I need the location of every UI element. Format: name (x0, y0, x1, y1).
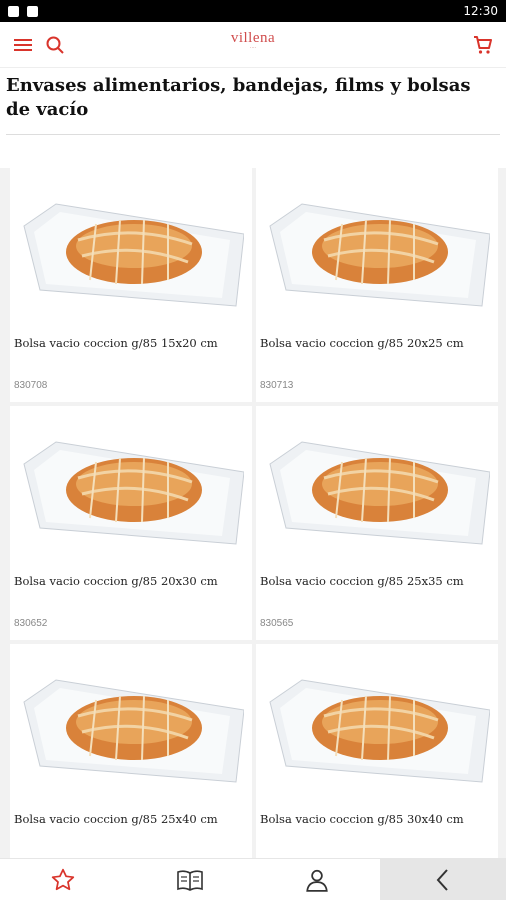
product-image (269, 203, 490, 307)
image-icon (8, 5, 19, 17)
sd-card-icon (27, 5, 38, 17)
product-name: Bolsa vacio coccion g/85 25x40 cm (14, 812, 218, 826)
menu-button[interactable] (10, 32, 36, 58)
product-name: Bolsa vacio coccion g/85 20x25 cm (260, 336, 464, 350)
product-code: 830565 (260, 618, 294, 629)
product-image (23, 441, 244, 545)
page-title: Envases alimentarios, bandejas, films y … (6, 74, 500, 135)
product-name: Bolsa vacio coccion g/85 20x30 cm (14, 574, 218, 588)
product-image (269, 679, 490, 783)
product-name: Bolsa vacio coccion g/85 30x40 cm (260, 812, 464, 826)
user-icon (305, 869, 328, 892)
brand-logo[interactable]: villena ···· (231, 30, 275, 51)
status-bar: 12:30 (0, 0, 506, 22)
back-chevron-icon (436, 868, 448, 891)
product-grid: Bolsa vacio coccion g/85 15x20 cm 830708… (10, 168, 498, 858)
hamburger-icon (14, 38, 32, 51)
product-card[interactable]: Bolsa vacio coccion g/85 25x40 cm (10, 644, 252, 858)
product-image (269, 441, 490, 545)
search-icon (46, 36, 64, 54)
status-time: 12:30 (463, 4, 498, 18)
search-button[interactable] (42, 32, 68, 58)
product-card[interactable]: Bolsa vacio coccion g/85 25x35 cm 830565 (256, 406, 498, 640)
product-card[interactable]: Bolsa vacio coccion g/85 15x20 cm 830708 (10, 168, 252, 402)
star-icon (52, 868, 75, 890)
product-card[interactable]: Bolsa vacio coccion g/85 20x30 cm 830652 (10, 406, 252, 640)
catalog-tab[interactable] (127, 859, 254, 900)
product-name: Bolsa vacio coccion g/85 25x35 cm (260, 574, 464, 588)
catalog-book-icon (177, 869, 203, 891)
product-code: 830708 (14, 380, 48, 391)
app-bar: villena ···· (0, 22, 506, 68)
cart-button[interactable] (470, 32, 496, 58)
product-image (23, 679, 244, 783)
product-name: Bolsa vacio coccion g/85 15x20 cm (14, 336, 218, 350)
bottom-nav (0, 858, 506, 900)
product-card[interactable]: Bolsa vacio coccion g/85 20x25 cm 830713 (256, 168, 498, 402)
back-button[interactable] (380, 859, 506, 900)
page-header: Envases alimentarios, bandejas, films y … (0, 68, 506, 168)
product-card[interactable]: Bolsa vacio coccion g/85 30x40 cm (256, 644, 498, 858)
product-code: 830713 (260, 380, 294, 391)
main-content: Envases alimentarios, bandejas, films y … (0, 68, 506, 858)
cart-icon (474, 35, 492, 54)
account-tab[interactable] (253, 859, 380, 900)
product-image (23, 203, 244, 307)
favorites-tab[interactable] (0, 859, 127, 900)
product-code: 830652 (14, 618, 48, 629)
